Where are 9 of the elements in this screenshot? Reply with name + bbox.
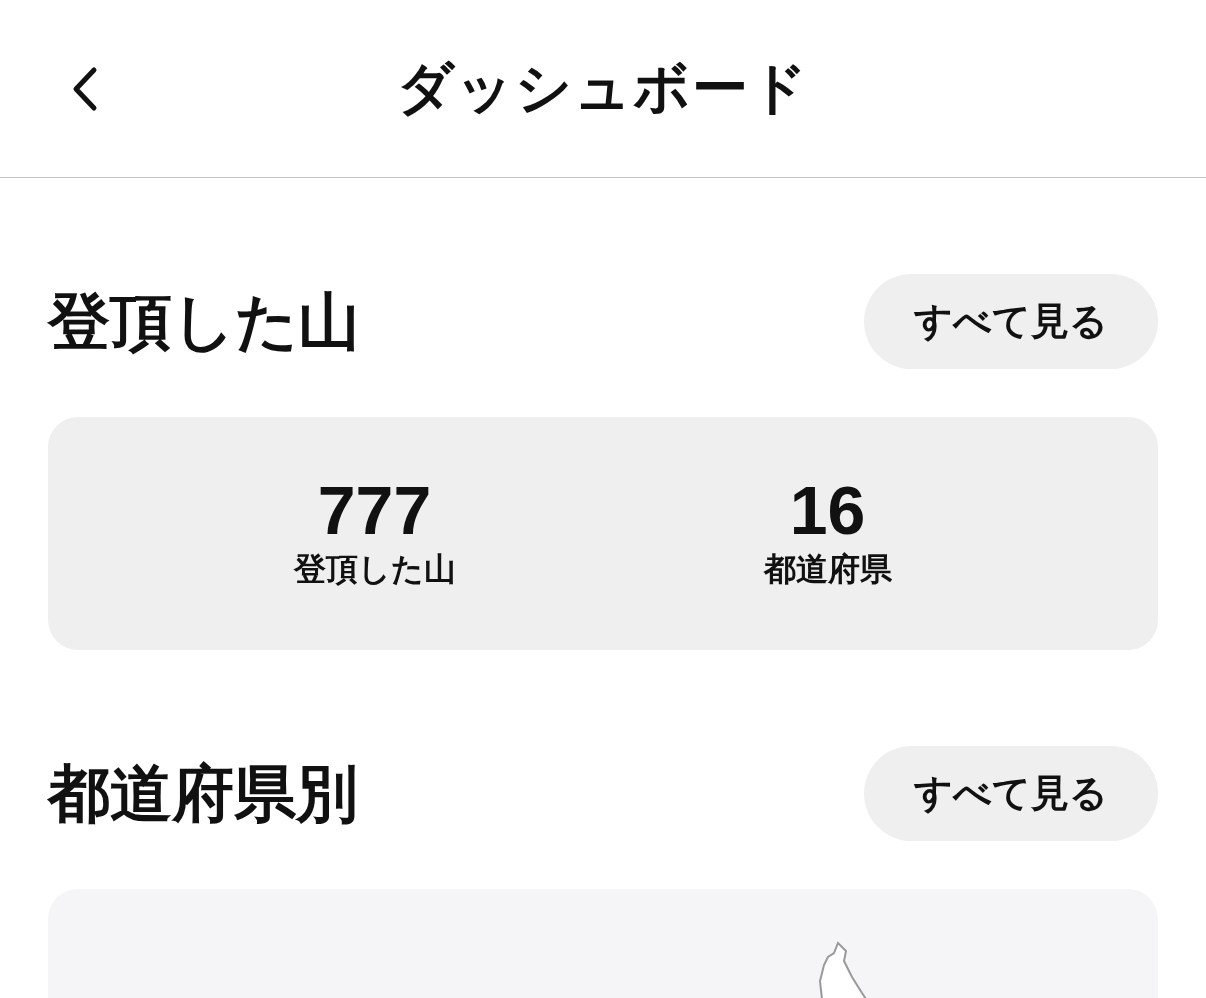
see-all-button[interactable]: すべて見る — [864, 274, 1158, 369]
page-title: ダッシュボード — [396, 54, 810, 121]
section-title: 都道府県別 — [48, 757, 358, 830]
stat-label: 都道府県 — [763, 549, 892, 589]
stat-value: 777 — [317, 475, 432, 544]
stat-value: 16 — [789, 475, 866, 544]
stat-label: 登頂した山 — [293, 549, 456, 589]
see-all-button[interactable]: すべて見る — [864, 746, 1158, 841]
section-title: 登頂した山 — [48, 285, 360, 358]
